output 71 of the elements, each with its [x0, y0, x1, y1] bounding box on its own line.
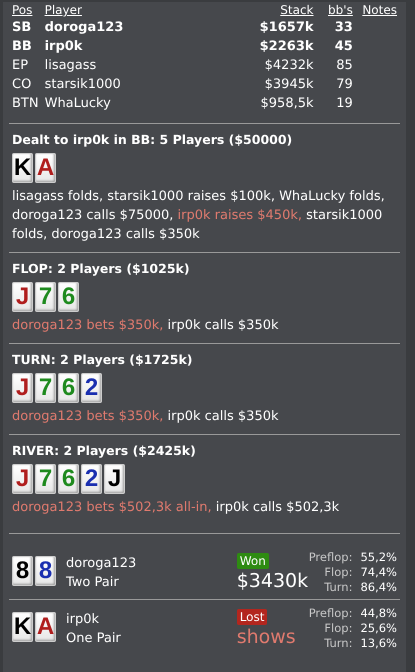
equity-value: 13,6% [360, 636, 397, 651]
equity-value: 55,2% [360, 550, 397, 565]
player-cell-text: doroga123 [44, 19, 124, 37]
street-title: FLOP: 2 Players ($1025k) [12, 261, 191, 276]
hand-rank: One Pair [66, 630, 122, 648]
big-blinds-cell-text: 79 [335, 76, 354, 94]
playing-card: 6 [58, 282, 79, 312]
position-cell-text: BTN [11, 95, 40, 113]
column-header[interactable]: bb's [316, 2, 356, 18]
playing-card: 2 [81, 373, 102, 403]
action-text: doroga123 bets $350k, irp0k calls $350k [12, 317, 280, 335]
position-cell-text: SB [11, 19, 32, 37]
player-cell-text: WhaLucky [44, 95, 112, 113]
column-header[interactable]: Stack [256, 2, 317, 18]
playing-card: A [35, 612, 56, 642]
action-text: doroga123 bets $350k, irp0k calls $350k [12, 408, 280, 426]
playing-card: 8 [35, 556, 56, 586]
playing-card: J [12, 373, 33, 403]
equity-label: Flop: [323, 621, 352, 636]
playing-card: 7 [35, 373, 56, 403]
playing-card: J [12, 464, 33, 494]
column-header[interactable]: Player [42, 2, 257, 18]
result-amount: $3430k [236, 568, 308, 592]
player-cell-text: irp0k [44, 38, 84, 56]
equity-value: 25,6% [360, 621, 397, 636]
equity-label: Turn: [323, 636, 352, 651]
playing-card: 7 [35, 282, 56, 312]
equity-value: 74,4% [360, 565, 397, 580]
playing-card: J [104, 464, 125, 494]
position-cell-text: CO [11, 76, 32, 94]
equity-label: Flop: [323, 565, 352, 580]
player-name: doroga123 [66, 554, 138, 572]
stack-cell-text: $2263k [258, 38, 315, 56]
player-name: irp0k [66, 610, 100, 628]
big-blinds-cell-text: 19 [335, 95, 354, 113]
position-cell-text: BB [11, 38, 33, 56]
action-text: lisagass folds, starsik1000 raises $100k, WhaLucky folds, doroga123 calls $75000, irp0k raises $450k, starsik1000 folds, doroga123 calls $350k [12, 188, 386, 244]
stack-cell-text: $958,5k [260, 95, 315, 113]
result-badge: Lost [236, 608, 268, 624]
player-cell-text: lisagass [44, 57, 98, 75]
equity-label: Preflop: [308, 606, 352, 621]
street-title: RIVER: 2 Players ($2425k) [12, 443, 197, 458]
equity-value: 44,8% [360, 606, 397, 621]
playing-card: A [35, 153, 56, 183]
hand-rank: Two Pair [66, 574, 120, 592]
street-title: TURN: 2 Players ($1725k) [12, 352, 194, 367]
big-blinds-cell-text: 45 [334, 38, 354, 56]
equity-value: 86,4% [360, 580, 397, 595]
equity-label: Preflop: [308, 550, 352, 565]
playing-card: K [12, 612, 33, 642]
position-cell-text: EP [11, 57, 30, 75]
result-badge: Won [236, 552, 269, 568]
player-cell-text: starsik1000 [44, 76, 122, 94]
big-blinds-cell-text: 85 [335, 57, 354, 75]
big-blinds-cell-text: 33 [334, 19, 354, 37]
playing-card: K [12, 153, 33, 183]
action-text: doroga123 bets $502,3k all-in, irp0k calls $502,3k [12, 499, 340, 517]
stack-cell-text: $3945k [264, 76, 315, 94]
stack-cell-text: $4232k [264, 57, 315, 75]
playing-card: 2 [81, 464, 102, 494]
playing-card: 8 [12, 556, 33, 586]
column-header[interactable]: Notes [356, 2, 400, 18]
playing-card: 7 [35, 464, 56, 494]
stack-cell-text: $1657k [258, 19, 315, 37]
result-amount: shows [236, 624, 296, 648]
playing-card: 6 [58, 464, 79, 494]
column-header[interactable]: Pos [9, 2, 42, 18]
street-title: Dealt to irp0k in BB: 5 Players ($50000) [12, 132, 294, 147]
playing-card: J [12, 282, 33, 312]
equity-label: Turn: [323, 580, 352, 595]
playing-card: 6 [58, 373, 79, 403]
